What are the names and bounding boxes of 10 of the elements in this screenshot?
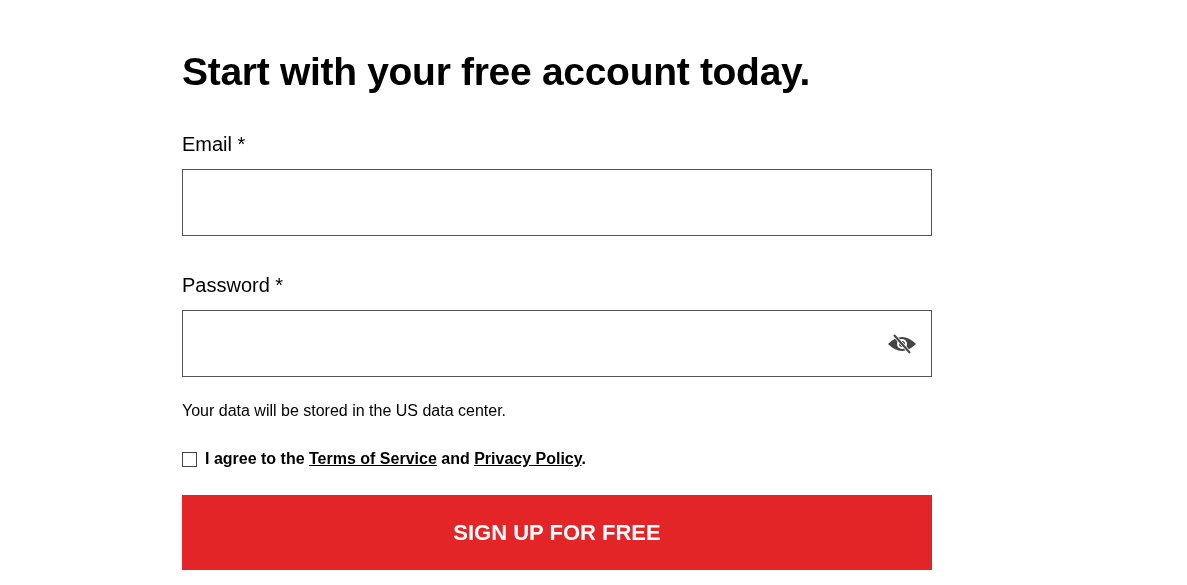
agreement-text: I agree to the Terms of Service and Privacy Policy.	[205, 450, 586, 468]
policy-link[interactable]: Privacy Policy	[474, 450, 582, 467]
sign-up-button[interactable]: SIGN UP FOR FREE	[182, 495, 932, 570]
field-label: Email *	[182, 132, 246, 156]
page-heading: Start with your free account today.	[182, 49, 812, 95]
data-center-note: Your data will be stored in the US data center.	[182, 401, 507, 421]
field-label: Password *	[182, 273, 284, 297]
agree-checkbox[interactable]	[182, 451, 197, 467]
email-field[interactable]	[182, 169, 932, 236]
policy-link[interactable]: Terms of Service	[309, 450, 437, 467]
